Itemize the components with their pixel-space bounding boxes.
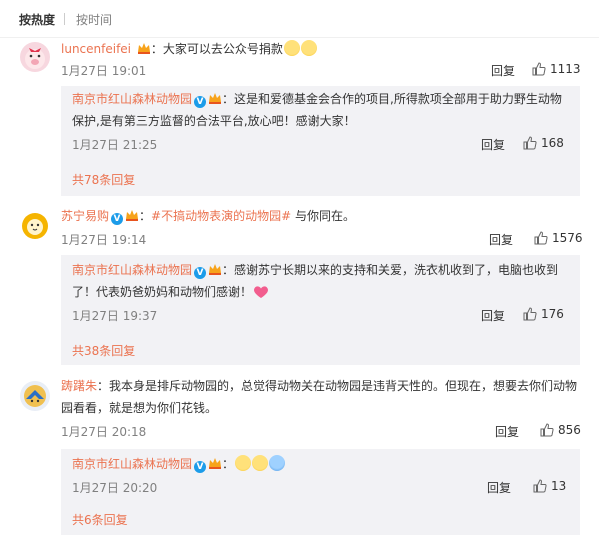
- reply-button[interactable]: 回复: [481, 307, 505, 324]
- vip-crown-icon: [209, 458, 222, 469]
- emoji-hug-icon: [300, 40, 317, 56]
- like-count: 1576: [552, 231, 583, 245]
- comment-item: 苏宁易购 V ：#不搞动物表演的动物园# 与你同在。 1月27日 19:14 回复 …: [0, 205, 599, 365]
- reply-button[interactable]: 回复: [487, 479, 511, 496]
- like-button[interactable]: 856: [540, 423, 581, 437]
- comment-item: luncenfeifei ：大家可以去公众号捐款 1月27日 19:01 回复 …: [0, 38, 599, 198]
- avatar-pink-pig-icon: [20, 42, 50, 72]
- like-button[interactable]: 1576: [534, 231, 583, 245]
- more-replies-link[interactable]: 共6条回复: [72, 511, 128, 528]
- reply-button[interactable]: 回复: [481, 136, 505, 153]
- vip-crown-icon: [209, 264, 222, 275]
- sort-bar: 按热度 按时间: [0, 0, 599, 38]
- avatar[interactable]: [20, 42, 50, 72]
- verified-v-icon: V: [194, 461, 207, 473]
- reply-text: 南京市红山森林动物园 V ：感谢苏宁长期以来的支持和关爱，洗衣机收到了，电脑也收到了…: [72, 259, 570, 303]
- more-replies-link[interactable]: 共38条回复: [72, 342, 135, 359]
- reply-username[interactable]: 南京市红山森林动物园: [72, 92, 192, 106]
- reply-button[interactable]: 回复: [491, 62, 515, 79]
- avatar-suning-lion-icon: [20, 211, 50, 241]
- avatar-cartoon-icon: [20, 381, 50, 411]
- reply-username[interactable]: 南京市红山森林动物园: [72, 263, 192, 277]
- comment-body: ：大家可以去公众号捐款: [150, 42, 283, 56]
- comment-body: ：我本身是排斥动物园的，总觉得动物关在动物园是违背天性的。但现在，想要去你们动物…: [61, 379, 578, 415]
- avatar[interactable]: [20, 381, 50, 411]
- like-count: 1113: [550, 62, 581, 76]
- like-button[interactable]: 1113: [532, 62, 581, 76]
- avatar[interactable]: [20, 211, 50, 241]
- sort-by-time-tab[interactable]: 按时间: [76, 11, 112, 28]
- reply-body: ：: [222, 457, 235, 471]
- emoji-pray-icon: [269, 455, 286, 471]
- reply-time: 1月27日 20:20: [72, 481, 158, 495]
- thumbs-up-icon: [534, 231, 548, 245]
- reply-box: 南京市红山森林动物园 V ： 1月27日 20:20 回复 13 共6条回复: [61, 449, 580, 535]
- vip-crown-icon: [137, 43, 150, 54]
- emoji-crying-icon: [235, 455, 252, 471]
- comment-username[interactable]: luncenfeifei: [61, 42, 131, 56]
- sort-by-hot-tab[interactable]: 按热度: [19, 11, 55, 28]
- like-button[interactable]: 176: [523, 307, 564, 321]
- reply-username[interactable]: 南京市红山森林动物园: [72, 457, 192, 471]
- verified-v-icon: V: [194, 267, 207, 279]
- reply-box: 南京市红山森林动物园 V ：感谢苏宁长期以来的支持和关爱，洗衣机收到了，电脑也收到了…: [61, 255, 580, 365]
- like-count: 176: [541, 307, 564, 321]
- thumbs-up-icon: [532, 62, 546, 76]
- like-count: 856: [558, 423, 581, 437]
- comment-time: 1月27日 20:18: [61, 425, 147, 439]
- reply-button[interactable]: 回复: [489, 231, 513, 248]
- reply-box: 南京市红山森林动物园 V ：这是和爱德基金会合作的项目,所得款项全部用于助力野生动物…: [61, 86, 580, 196]
- verified-v-icon: V: [111, 213, 124, 225]
- more-replies-link[interactable]: 共78条回复: [72, 171, 135, 188]
- emoji-heart-icon: [254, 286, 268, 298]
- comment-time: 1月27日 19:14: [61, 233, 147, 247]
- like-button[interactable]: 168: [523, 136, 564, 150]
- verified-v-icon: V: [194, 96, 207, 108]
- comment-username[interactable]: 踌躇朱: [61, 379, 97, 393]
- comment-time: 1月27日 19:01: [61, 64, 147, 78]
- comment-username[interactable]: 苏宁易购: [61, 209, 109, 223]
- comment-text: 踌躇朱：我本身是排斥动物园的，总觉得动物关在动物园是违背天性的。但现在，想要去你…: [61, 375, 581, 419]
- reply-time: 1月27日 19:37: [72, 309, 158, 323]
- comment-text: luncenfeifei ：大家可以去公众号捐款: [61, 38, 581, 60]
- sort-divider: [64, 13, 65, 25]
- thumbs-up-icon: [523, 307, 537, 321]
- reply-text: 南京市红山森林动物园 V ：: [72, 453, 570, 475]
- like-button[interactable]: 13: [533, 479, 566, 493]
- emoji-hug-icon: [283, 40, 300, 56]
- reply-time: 1月27日 21:25: [72, 138, 158, 152]
- thumbs-up-icon: [523, 136, 537, 150]
- comment-text: 苏宁易购 V ：#不搞动物表演的动物园# 与你同在。: [61, 205, 581, 227]
- comment-body: 与你同在。: [291, 209, 355, 223]
- vip-crown-icon: [126, 210, 139, 221]
- topic-link[interactable]: #不搞动物表演的动物园#: [151, 209, 291, 223]
- colon: ：: [139, 209, 152, 223]
- like-count: 168: [541, 136, 564, 150]
- like-count: 13: [551, 479, 567, 493]
- vip-crown-icon: [209, 93, 222, 104]
- thumbs-up-icon: [540, 423, 554, 437]
- thumbs-up-icon: [533, 479, 547, 493]
- comment-item: 踌躇朱：我本身是排斥动物园的，总觉得动物关在动物园是违背天性的。但现在，想要去你…: [0, 375, 599, 539]
- emoji-crying-icon: [252, 455, 269, 471]
- reply-text: 南京市红山森林动物园 V ：这是和爱德基金会合作的项目,所得款项全部用于助力野生动物…: [72, 88, 570, 132]
- reply-button[interactable]: 回复: [495, 423, 519, 440]
